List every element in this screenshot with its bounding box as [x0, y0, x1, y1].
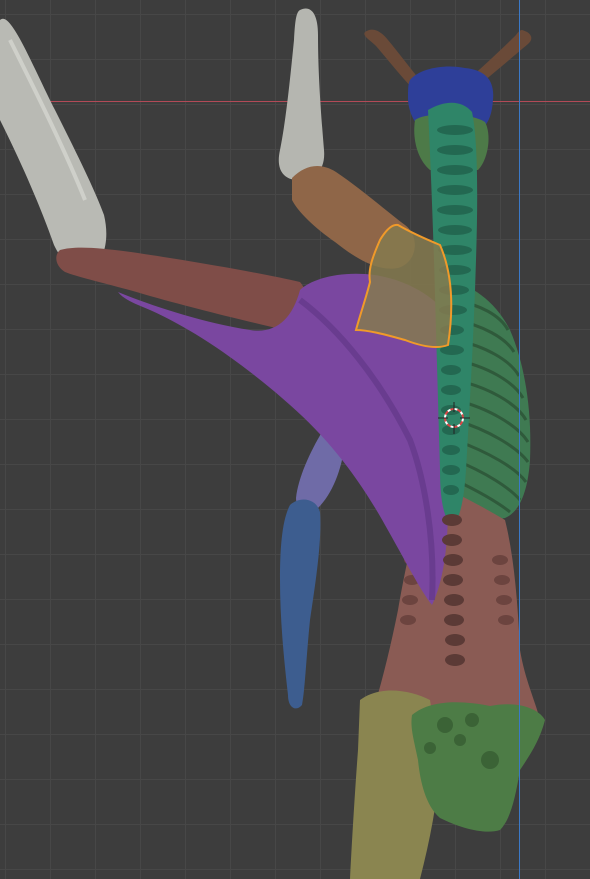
3d-viewport[interactable]: [0, 0, 590, 879]
second-arm-lower[interactable]: [280, 499, 321, 709]
scene-canvas[interactable]: [0, 0, 590, 879]
bone-top[interactable]: [278, 8, 325, 181]
hand-bones[interactable]: [0, 18, 107, 271]
y-axis-line: [519, 0, 520, 879]
